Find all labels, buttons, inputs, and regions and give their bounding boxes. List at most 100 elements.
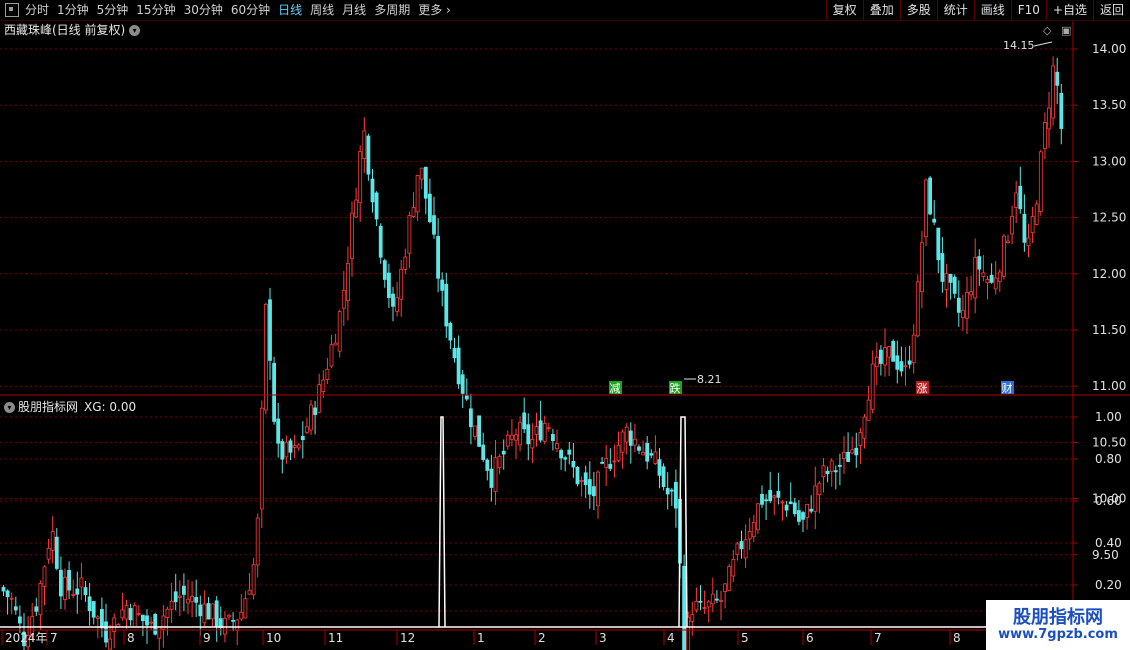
candle-body [419,167,424,180]
candle-body [883,347,887,366]
candle-body [682,565,686,650]
candlestick-series [1,56,1064,650]
date-tick-label: 11 [328,631,343,645]
candle-body [944,273,949,290]
candle-body [497,456,502,469]
candle-body [87,596,92,612]
candle-body [378,225,383,258]
candle-body [313,407,318,415]
event-marker-label: 财 [1002,381,1013,395]
candle-body [874,356,879,368]
price-tick-label: 13.00 [1092,154,1126,168]
candle-body [95,616,100,619]
candle-body [399,268,404,300]
date-axis-labels: 2024年 7 8 9 10 11 12 1 2 3 4 5 6 7 8 [5,631,961,645]
candle-body [780,501,785,504]
candle-body [210,603,215,620]
candle-body [231,619,236,622]
candle-body [501,450,506,455]
candle-body [1034,203,1039,225]
candle-body [862,416,867,439]
candle-body [452,348,457,359]
low-price-label: 8.21 [697,373,722,386]
candle-body [440,279,445,291]
candle-body [993,277,998,290]
indicator-tick-label: 0.80 [1095,452,1122,466]
candle-body [153,614,158,635]
date-tick-label: 4 [667,631,675,645]
candle-body [136,612,141,615]
candle-body [809,508,814,512]
indicator-title[interactable]: ▾ 股朋指标网 XG: 0.00 [4,398,136,415]
candle-body [481,444,486,460]
indicator-name: 股朋指标网 [18,400,79,414]
candle-body [157,626,162,639]
candle-body [702,607,707,610]
candle-body [665,487,670,495]
candle-body [1047,107,1051,130]
indicator-signal-spike [438,416,446,628]
candle-body [854,447,859,456]
candle-body [751,522,756,538]
candle-body [956,297,961,313]
candle-body [870,363,875,410]
candle-body [243,598,248,619]
candle-body [715,598,719,601]
price-tick-label: 13.50 [1092,98,1126,112]
candle-body [969,291,973,296]
candle-body [350,212,354,259]
candle-body [362,130,367,160]
candle-body [842,452,846,459]
candle-body [181,585,186,595]
candle-body [669,489,674,492]
candle-body [567,449,572,455]
candle-body [911,334,916,363]
candle-body [423,166,428,199]
candle-body [583,472,588,486]
candle-body [370,178,375,203]
candle-body [530,439,535,449]
candle-body [206,603,211,620]
candle-body [612,460,617,463]
candle-body [985,279,990,284]
candle-body [719,599,723,602]
candle-body [760,494,764,505]
candle-body [579,479,584,482]
event-marker-label: 跌 [670,381,681,395]
candle-body [563,457,568,460]
candle-body [645,442,650,462]
candle-body [354,199,359,218]
candle-body [1002,235,1006,277]
price-tick-label: 11.00 [1092,379,1126,393]
candle-body [694,601,699,611]
candle-body [1022,213,1027,243]
watermark-logo: 股朋指标网 www.7gpzb.com [986,600,1130,650]
candle-body [838,464,842,467]
candle-body [952,276,957,294]
candle-body [1051,65,1055,119]
candle-body [604,458,609,468]
indicator-series [0,416,1073,628]
indicator-value: XG: 0.00 [84,400,137,414]
candle-body [255,517,260,566]
candle-body [485,459,490,471]
candle-body [833,470,838,473]
annotations: 14.15 8.21 减 跌 涨 财 [609,39,1053,395]
candle-body [723,583,727,592]
candle-body [657,459,662,476]
candle-body [526,424,531,445]
candle-body [850,449,855,454]
date-tick-label: 10 [266,631,281,645]
candle-body [5,590,10,598]
indicator-tick-label: 0.20 [1095,578,1122,592]
candle-body [866,399,871,421]
candle-body [38,583,43,616]
chevron-down-icon[interactable]: ▾ [4,402,15,413]
chart-canvas[interactable]: 14.0013.5013.0012.5012.0011.5011.0010.50… [0,0,1130,650]
candle-body [924,179,928,238]
candle-body [653,451,658,464]
candle-body [948,273,953,283]
candle-body [587,479,592,495]
candle-body [633,438,637,446]
candle-body [427,193,432,223]
